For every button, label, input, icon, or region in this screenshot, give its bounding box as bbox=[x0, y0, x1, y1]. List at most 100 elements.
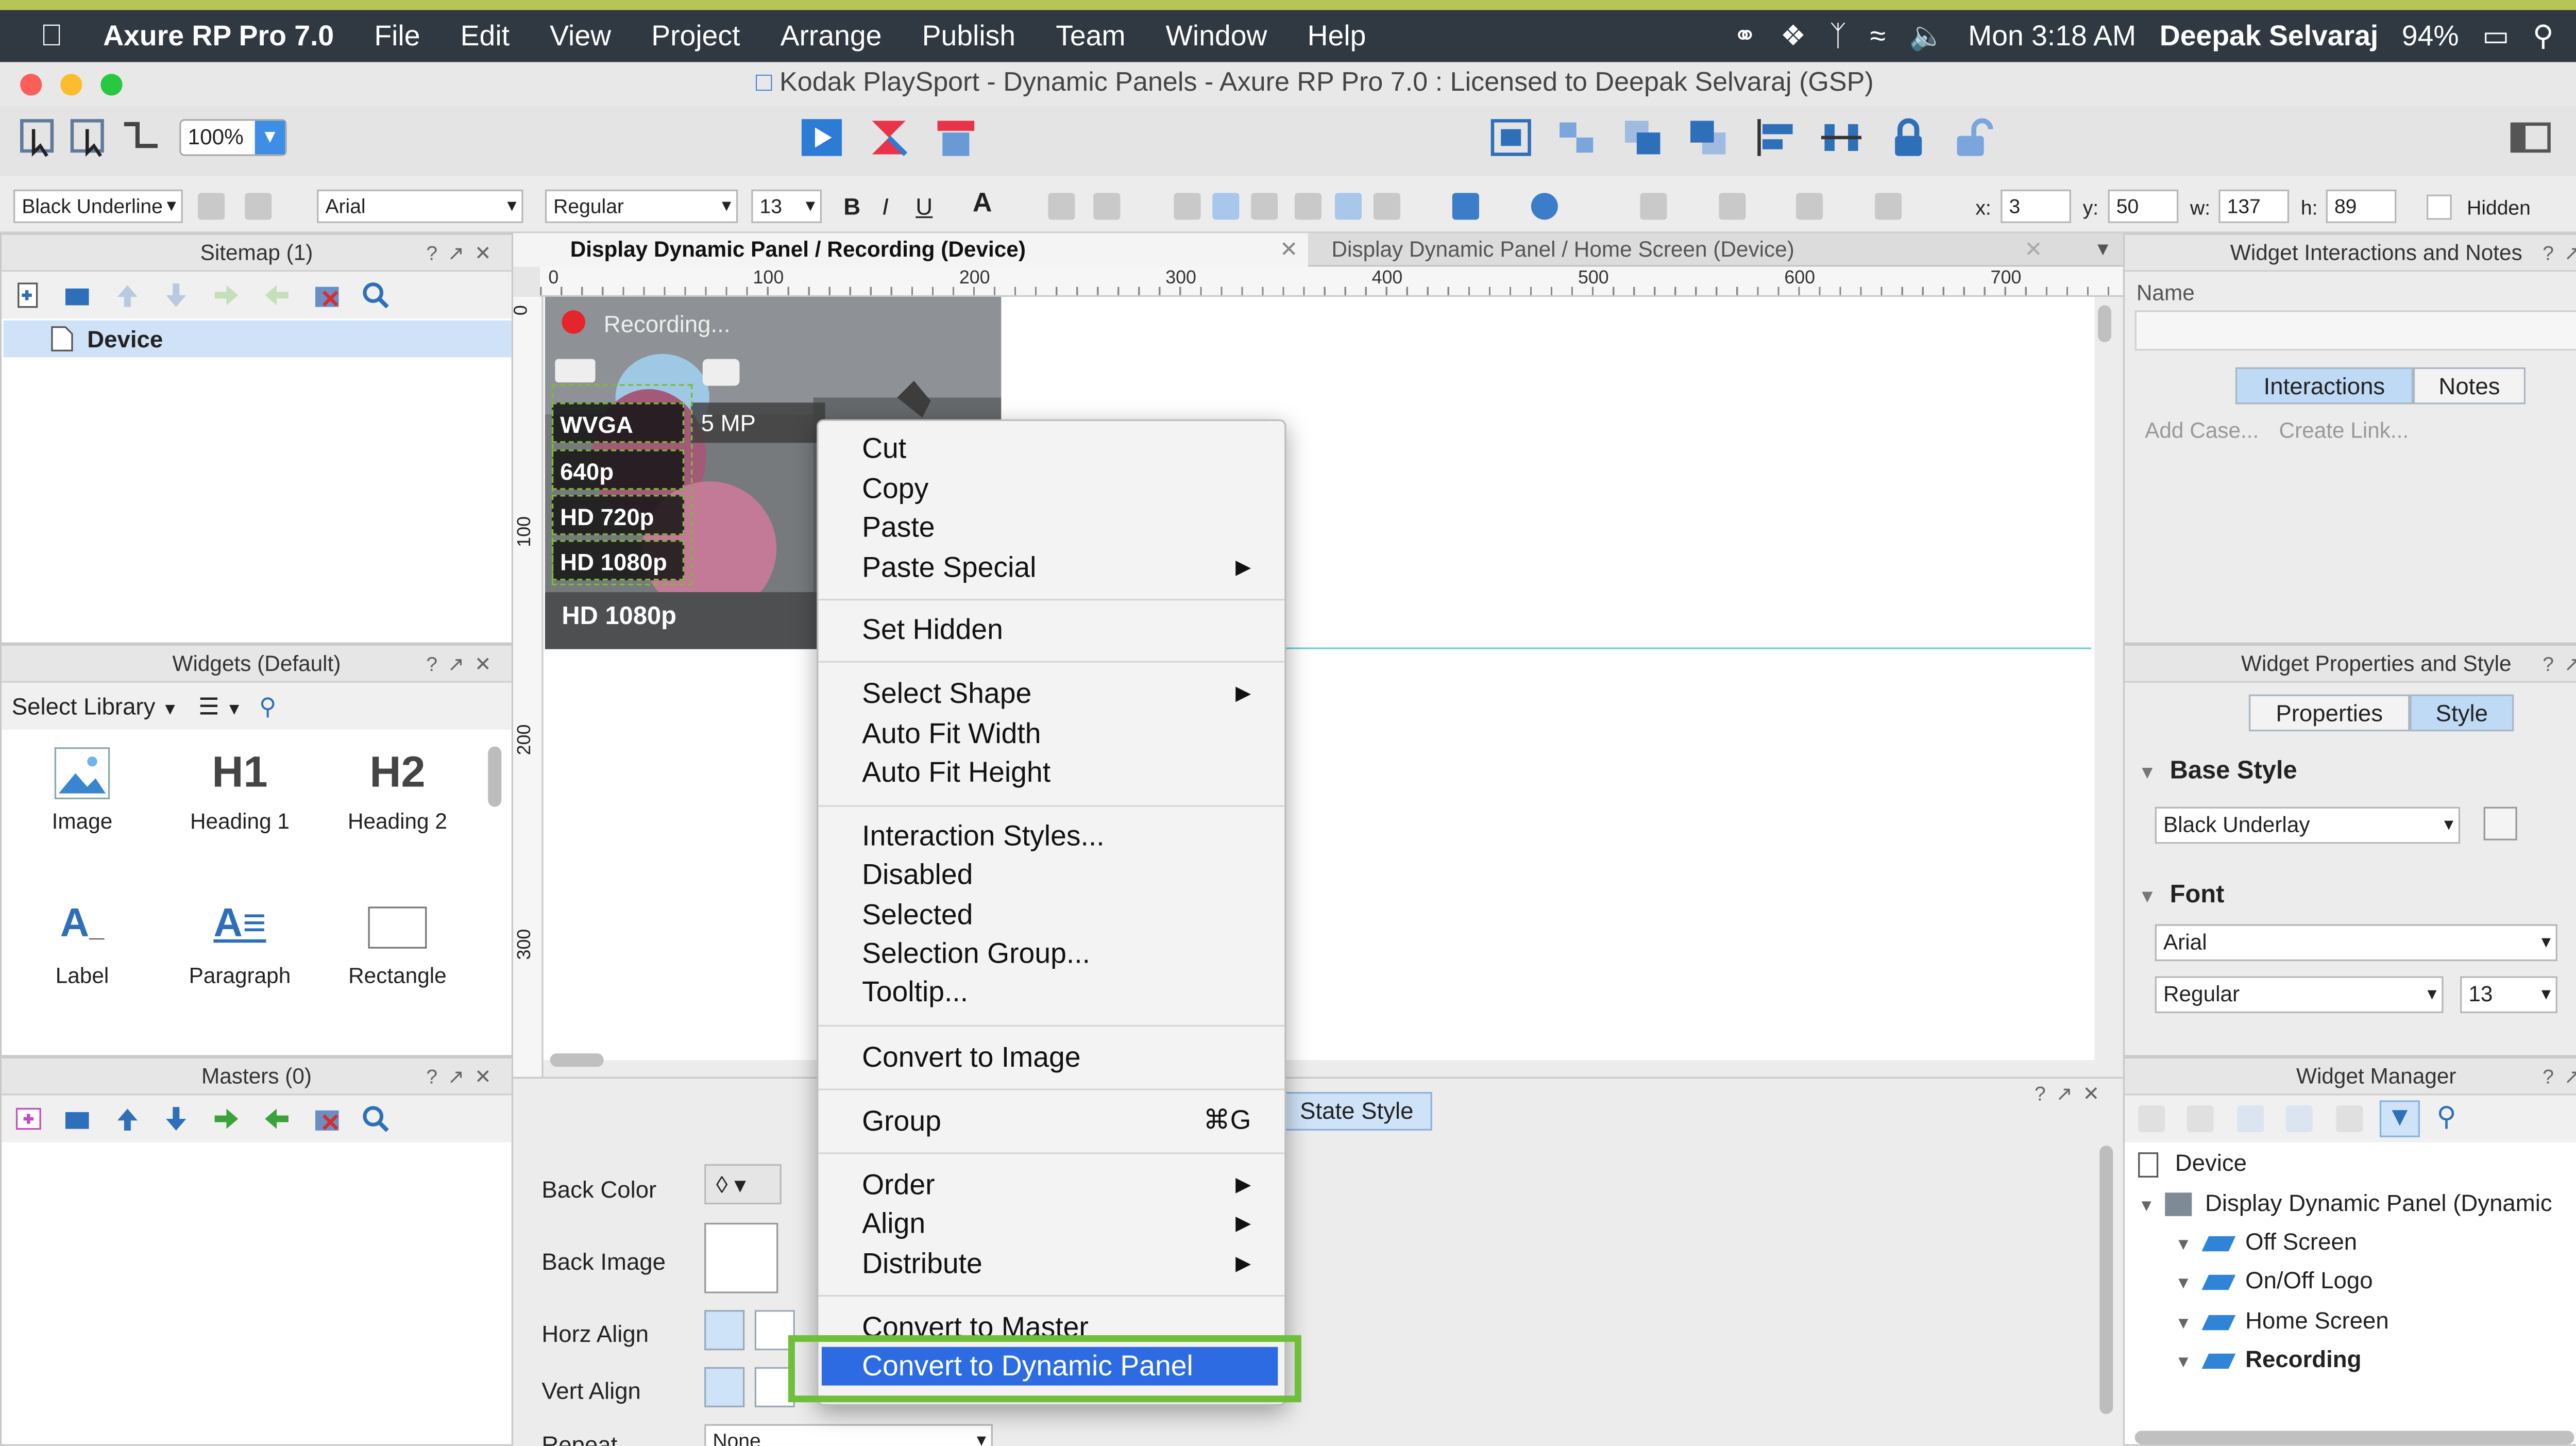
menu-view[interactable]: View bbox=[530, 19, 631, 53]
share-icon[interactable] bbox=[866, 116, 912, 160]
wifi-icon[interactable]: ≈ bbox=[1870, 19, 1886, 53]
repeat-select[interactable]: None bbox=[704, 1424, 993, 1446]
font-weight-select[interactable]: Regular bbox=[2155, 976, 2444, 1014]
menu-item-align[interactable]: Align ▶ bbox=[862, 1204, 1275, 1243]
menu-project[interactable]: Project bbox=[631, 19, 760, 53]
add-folder-icon[interactable] bbox=[64, 1105, 91, 1132]
menu-item-cut[interactable]: Cut bbox=[862, 429, 1275, 468]
expand-arrow-icon[interactable]: ▼ bbox=[2175, 1275, 2192, 1293]
expand-arrow-icon[interactable]: ▼ bbox=[2175, 1236, 2192, 1255]
underline-button[interactable]: U bbox=[916, 193, 933, 220]
menu-publish[interactable]: Publish bbox=[902, 19, 1036, 53]
indent-icon[interactable] bbox=[213, 1105, 240, 1132]
font-heading[interactable]: ▼ Font bbox=[2138, 881, 2224, 909]
align-bottom-icon[interactable] bbox=[1373, 193, 1400, 220]
add-case-link[interactable]: Add Case... bbox=[2145, 417, 2259, 443]
tree-item-dynamic-panel[interactable]: ▼ Display Dynamic Panel (Dynamic bbox=[2138, 1189, 2552, 1217]
font-family-select[interactable]: Arial bbox=[2155, 924, 2557, 962]
back-color-picker[interactable]: ◊ ▾ bbox=[704, 1164, 782, 1205]
menu-item-auto-fit-width[interactable]: Auto Fit Width bbox=[862, 715, 1275, 753]
creative-cloud-icon[interactable]: ⚭ bbox=[1733, 19, 1757, 53]
align-left-icon[interactable] bbox=[1752, 116, 1799, 160]
menu-item-tooltip[interactable]: Tooltip... bbox=[862, 973, 1275, 1012]
tab-recording[interactable]: Display Dynamic Panel / Recording (Devic… bbox=[513, 233, 1308, 267]
widget-heading2[interactable]: H2 Heading 2 bbox=[330, 746, 464, 833]
menu-item-convert-to-image[interactable]: Convert to Image bbox=[862, 1038, 1275, 1077]
sitemap-item-device[interactable]: Device bbox=[3, 320, 512, 358]
pane-controls[interactable]: ?↗✕ bbox=[2035, 1082, 2110, 1105]
tab-home-screen[interactable]: Display Dynamic Panel / Home Screen (Dev… bbox=[1328, 233, 2066, 266]
search-icon[interactable]: ⚲ bbox=[2437, 1100, 2456, 1134]
expand-arrow-icon[interactable]: ▼ bbox=[2175, 1354, 2192, 1372]
menu-item-interaction-styles[interactable]: Interaction Styles... bbox=[862, 817, 1275, 855]
expand-arrow-icon[interactable]: ▼ bbox=[2138, 1198, 2155, 1216]
align-center-text-icon[interactable] bbox=[1212, 193, 1240, 220]
align-right-text-icon[interactable] bbox=[1251, 193, 1278, 220]
right-pane-icon[interactable] bbox=[2574, 116, 2576, 160]
widgets-scrollbar[interactable] bbox=[488, 746, 502, 807]
menu-file[interactable]: File bbox=[354, 19, 440, 53]
pane-scrollbar[interactable] bbox=[2099, 1146, 2113, 1414]
line-style-icon[interactable] bbox=[1796, 193, 1823, 220]
move-up-icon[interactable] bbox=[2237, 1105, 2264, 1133]
fill-color-icon[interactable] bbox=[1452, 193, 1479, 220]
weight-select[interactable]: Regular bbox=[545, 189, 738, 223]
chevron-down-icon[interactable]: ▼ bbox=[162, 701, 178, 720]
base-style-select[interactable]: Black Underlay bbox=[2155, 806, 2461, 844]
h-input[interactable]: 89 bbox=[2326, 189, 2397, 223]
panel-controls[interactable]: ?↗✕ bbox=[426, 1058, 501, 1096]
font-select[interactable]: Arial bbox=[317, 189, 523, 223]
menu-help[interactable]: Help bbox=[1287, 19, 1386, 53]
menu-window[interactable]: Window bbox=[1146, 19, 1287, 53]
delete-icon[interactable] bbox=[2336, 1105, 2363, 1133]
preview-icon[interactable] bbox=[798, 116, 845, 160]
move-down-icon[interactable] bbox=[163, 282, 190, 309]
zoom-window-button[interactable] bbox=[100, 74, 123, 96]
menu-arrange[interactable]: Arrange bbox=[760, 19, 902, 53]
tree-item-state[interactable]: ▼ On/Off Logo bbox=[2175, 1267, 2373, 1293]
menu-item-group[interactable]: Group ⌘G bbox=[862, 1102, 1275, 1141]
menu-edit[interactable]: Edit bbox=[440, 19, 530, 53]
back-image-box[interactable] bbox=[704, 1222, 778, 1293]
ungroup-icon[interactable] bbox=[1553, 116, 1600, 160]
close-window-button[interactable] bbox=[20, 74, 42, 96]
tab-style[interactable]: Style bbox=[2410, 694, 2514, 732]
x-input[interactable]: 3 bbox=[2001, 189, 2071, 223]
tree-item-state[interactable]: ▼ Home Screen bbox=[2175, 1307, 2389, 1334]
line-width-icon[interactable] bbox=[1719, 193, 1746, 220]
arrow-style-icon[interactable] bbox=[1875, 193, 1902, 220]
menu-item-order[interactable]: Order ▶ bbox=[862, 1166, 1275, 1204]
edit-style-icon[interactable] bbox=[2483, 806, 2517, 840]
paint-icon[interactable] bbox=[245, 193, 272, 220]
clock[interactable]: Mon 3:18 AM bbox=[1968, 19, 2136, 53]
menu-item-select-shape[interactable]: Select Shape ▶ bbox=[862, 675, 1275, 713]
search-icon[interactable] bbox=[362, 1105, 389, 1132]
battery-icon[interactable]: ▭ bbox=[2482, 19, 2509, 53]
menu-item-selection-group[interactable]: Selection Group... bbox=[862, 934, 1275, 973]
widget-label-item[interactable]: A_ Label bbox=[32, 901, 132, 988]
horz-align-left[interactable] bbox=[704, 1310, 745, 1351]
filter-icon[interactable]: ▼ bbox=[2379, 1100, 2420, 1137]
menu-item-auto-fit-height[interactable]: Auto Fit Height bbox=[862, 753, 1275, 792]
shadow-icon[interactable] bbox=[1531, 193, 1558, 220]
canvas-hscroll[interactable] bbox=[550, 1053, 604, 1067]
style-edit-icon[interactable] bbox=[198, 193, 225, 220]
tab-notes[interactable]: Notes bbox=[2413, 367, 2526, 405]
menu-team[interactable]: Team bbox=[1036, 19, 1145, 53]
move-up-icon[interactable] bbox=[114, 282, 141, 309]
fit-icon[interactable] bbox=[1487, 116, 1534, 160]
lock-icon[interactable] bbox=[1885, 116, 1932, 160]
add-folder-icon[interactable] bbox=[64, 282, 91, 309]
bluetooth-icon[interactable]: ᛉ bbox=[1829, 19, 1846, 53]
volume-icon[interactable]: 🔈 bbox=[1909, 19, 1945, 53]
add-page-icon[interactable] bbox=[15, 282, 42, 309]
select-contained-icon[interactable] bbox=[67, 116, 114, 160]
menu-item-selected[interactable]: Selected bbox=[862, 896, 1275, 934]
hidden-checkbox[interactable] bbox=[2426, 194, 2452, 220]
base-style-heading[interactable]: ▼ Base Style bbox=[2138, 756, 2297, 785]
panel-controls[interactable]: ?↗✕ bbox=[426, 646, 501, 683]
size-select[interactable]: 13 bbox=[751, 189, 822, 223]
chevron-down-icon[interactable]: ▼ bbox=[255, 121, 285, 155]
menu-item-disabled[interactable]: Disabled bbox=[862, 855, 1275, 894]
move-down-icon[interactable] bbox=[2285, 1105, 2313, 1133]
